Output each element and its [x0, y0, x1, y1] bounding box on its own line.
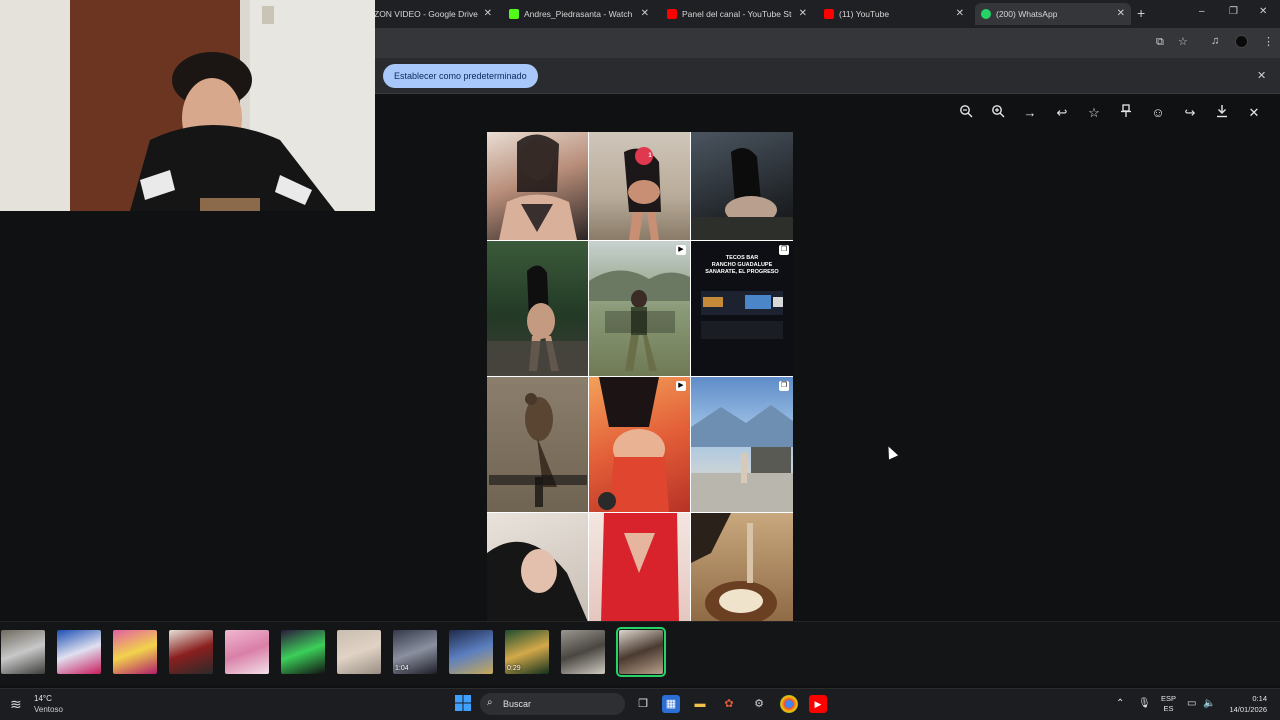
thumbnail[interactable]: 0:29 [505, 630, 549, 674]
thumbnail[interactable] [337, 630, 381, 674]
close-window-button[interactable]: ✕ [1259, 6, 1267, 17]
forward-icon[interactable]: → [1021, 104, 1039, 122]
close-icon[interactable]: ✕ [799, 8, 807, 19]
menu-icon[interactable]: ⋮ [1263, 35, 1274, 48]
thumbnail[interactable] [169, 630, 213, 674]
grid-photo [487, 377, 588, 512]
grid-photo [691, 132, 793, 240]
grid-photo [487, 241, 588, 376]
thumbnail[interactable] [1, 630, 45, 674]
download-icon[interactable] [1213, 104, 1231, 122]
thumbnail[interactable]: 1:04 [393, 630, 437, 674]
tab-google-drive[interactable]: ZON VIDEO - Google Drive ✕ [368, 3, 498, 25]
video-icon: ▶ [676, 245, 686, 255]
close-icon[interactable]: ✕ [1117, 8, 1125, 19]
new-tab-button[interactable]: + [1137, 5, 1145, 21]
carousel-icon: ❐ [779, 381, 789, 391]
grid-photo [589, 513, 690, 622]
close-icon[interactable]: ✕ [641, 8, 649, 19]
close-icon[interactable]: ✕ [956, 8, 964, 19]
bookmark-star-icon[interactable]: ☆ [1178, 35, 1188, 48]
system-clock[interactable]: 0:14 14/01/2026 [1225, 693, 1267, 715]
thumbnail-selected[interactable] [616, 627, 666, 677]
restore-button[interactable]: ❐ [1229, 6, 1238, 17]
tab-whatsapp[interactable]: (200) WhatsApp ✕ [975, 3, 1131, 25]
taskbar-search[interactable] [480, 693, 625, 715]
tab-youtube[interactable]: (11) YouTube ✕ [818, 3, 970, 25]
tab-label: (200) WhatsApp [996, 9, 1058, 19]
youtube-studio-icon [667, 9, 677, 19]
thumbnail[interactable] [57, 630, 101, 674]
kick-icon [509, 9, 519, 19]
carousel-icon: ❐ [779, 245, 789, 255]
grid-photo: ▶ [589, 241, 690, 376]
thumbnail[interactable] [561, 630, 605, 674]
heart-count: 1 [648, 153, 652, 159]
close-icon[interactable]: ✕ [1245, 104, 1263, 122]
emoji-icon[interactable]: ☺ [1149, 104, 1167, 122]
grid-photo: ❐ [691, 377, 793, 512]
whatsapp-icon [981, 9, 991, 19]
tab-label: (11) YouTube [839, 9, 890, 19]
zoom-out-icon[interactable] [957, 104, 975, 122]
chevron-up-icon[interactable]: ⌃ [1116, 698, 1124, 709]
store-icon[interactable]: ▦ [662, 695, 680, 713]
weather-temperature[interactable]: 14°C [34, 694, 52, 703]
grid-photo: ▶ [589, 377, 690, 512]
youtube-app-icon[interactable]: ▶ [809, 695, 827, 713]
grid-photo: TECOS BAR RANCHO GUADALUPE SANARATE, EL … [691, 241, 793, 376]
zoom-in-icon[interactable] [989, 104, 1007, 122]
search-icon: ⌕ [487, 697, 493, 708]
microphone-icon[interactable]: 🎙 [1138, 698, 1151, 709]
video-duration: 1:04 [395, 665, 409, 672]
tab-label: Panel del canal - YouTube Studi [682, 9, 792, 19]
minimize-button[interactable]: – [1199, 6, 1205, 17]
close-icon[interactable]: ✕ [484, 8, 492, 19]
thumbnail[interactable] [449, 630, 493, 674]
language-code: ESP [1161, 694, 1177, 703]
clock-time: 0:14 [1252, 694, 1267, 703]
tab-youtube-studio[interactable]: Panel del canal - YouTube Studi ✕ [661, 3, 813, 25]
reply-icon[interactable]: ↩ [1053, 104, 1071, 122]
copilot-icon[interactable]: ✿ [720, 695, 738, 713]
profile-avatar[interactable] [1235, 35, 1248, 48]
screen: ZON VIDEO - Google Drive ✕ Andres_Piedra… [0, 0, 1280, 720]
weather-wind-icon[interactable]: ≋ [10, 696, 22, 713]
settings-icon[interactable]: ⚙ [750, 695, 768, 713]
search-label: Buscar [503, 699, 532, 709]
webcam-overlay [0, 0, 375, 211]
thumbnail[interactable] [225, 630, 269, 674]
grid-photo [487, 132, 588, 240]
weather-description[interactable]: Ventoso [34, 705, 63, 714]
tab-kick[interactable]: Andres_Piedrasanta - Watch the ✕ [503, 3, 655, 25]
keyboard-layout: ES [1163, 704, 1174, 713]
language-indicator[interactable]: ESP ES [1161, 694, 1176, 714]
task-view-icon[interactable]: ❒ [634, 695, 652, 713]
windows-start-icon[interactable] [454, 695, 472, 713]
media-control-icon[interactable]: ♫ [1211, 35, 1219, 47]
youtube-icon [824, 9, 834, 19]
tab-label: Andres_Piedrasanta - Watch the [524, 9, 632, 19]
thumbnail[interactable] [281, 630, 325, 674]
grid-photo: 1 [589, 132, 690, 240]
clock-date: 14/01/2026 [1229, 705, 1267, 714]
video-icon: ▶ [676, 381, 686, 391]
share-icon[interactable]: ↪ [1181, 104, 1199, 122]
video-duration: 0:29 [507, 665, 521, 672]
pin-icon[interactable] [1117, 104, 1135, 122]
network-icon[interactable]: ▭ [1187, 698, 1196, 709]
media-image: 1 ▶ TECOS BAR RANCHO GUADALUPE SANARATE,… [487, 132, 793, 622]
install-app-icon[interactable]: ⧉ [1156, 36, 1164, 49]
close-icon[interactable]: ✕ [1257, 69, 1266, 82]
tab-label: ZON VIDEO - Google Drive [374, 9, 478, 19]
thumbnail[interactable] [113, 630, 157, 674]
set-default-button[interactable]: Establecer como predeterminado [383, 64, 538, 88]
grid-photo [691, 513, 793, 622]
file-explorer-icon[interactable]: ▬ [691, 695, 709, 713]
star-icon[interactable]: ☆ [1085, 104, 1103, 122]
volume-icon[interactable]: 🔈 [1203, 698, 1215, 709]
grid-photo [487, 513, 588, 622]
chrome-icon[interactable] [780, 695, 798, 713]
